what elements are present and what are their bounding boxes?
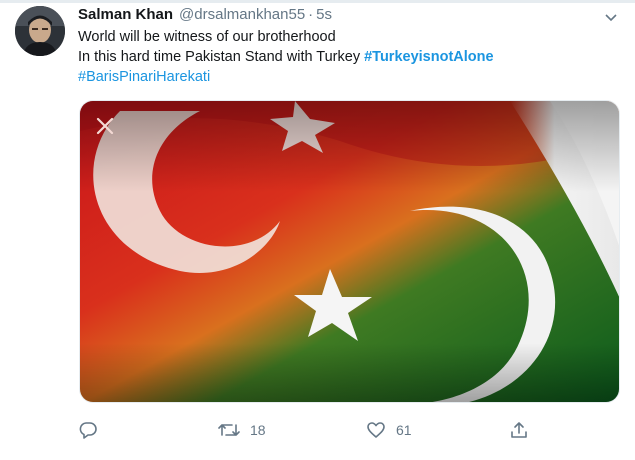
hashtag-barispinariharekati[interactable]: #BarisPinariHarekati: [78, 69, 210, 85]
tweet-text-line-2-body: In this hard time Pakistan Stand with Tu…: [78, 49, 365, 65]
hashtag-turkeyisnotalone[interactable]: #TurkeyisnotAlone: [364, 49, 493, 65]
tweet-text-line-3: #BarisPinariHarekati: [78, 67, 618, 87]
reply-button[interactable]: [78, 418, 108, 442]
reply-icon: [78, 420, 98, 440]
user-handle[interactable]: @drsalmankhan55: [179, 6, 305, 23]
tweet-header: Salman Khan @drsalmankhan55 · 5s: [78, 6, 332, 26]
retweet-button[interactable]: 18: [218, 418, 266, 442]
tweet-actions: 18 61: [78, 418, 538, 442]
avatar[interactable]: [15, 6, 65, 56]
like-button[interactable]: 61: [366, 418, 412, 442]
retweet-count: 18: [250, 422, 266, 438]
close-icon[interactable]: [94, 115, 116, 137]
timestamp[interactable]: 5s: [316, 6, 332, 23]
share-icon: [509, 420, 529, 440]
like-count: 61: [396, 422, 412, 438]
like-icon: [366, 420, 386, 440]
tweet[interactable]: Salman Khan @drsalmankhan55 · 5s World w…: [0, 0, 635, 460]
tweet-text-line-2: In this hard time Pakistan Stand with Tu…: [78, 47, 618, 67]
tweet-text-line-1: World will be witness of our brotherhood: [78, 29, 336, 45]
display-name[interactable]: Salman Khan: [78, 6, 173, 23]
tweet-image[interactable]: [79, 100, 620, 403]
separator-dot: ·: [308, 6, 314, 23]
retweet-icon: [218, 420, 240, 440]
chevron-down-icon[interactable]: [604, 10, 618, 22]
share-button[interactable]: [509, 418, 529, 442]
tweet-text: World will be witness of our brotherhood…: [78, 27, 618, 87]
